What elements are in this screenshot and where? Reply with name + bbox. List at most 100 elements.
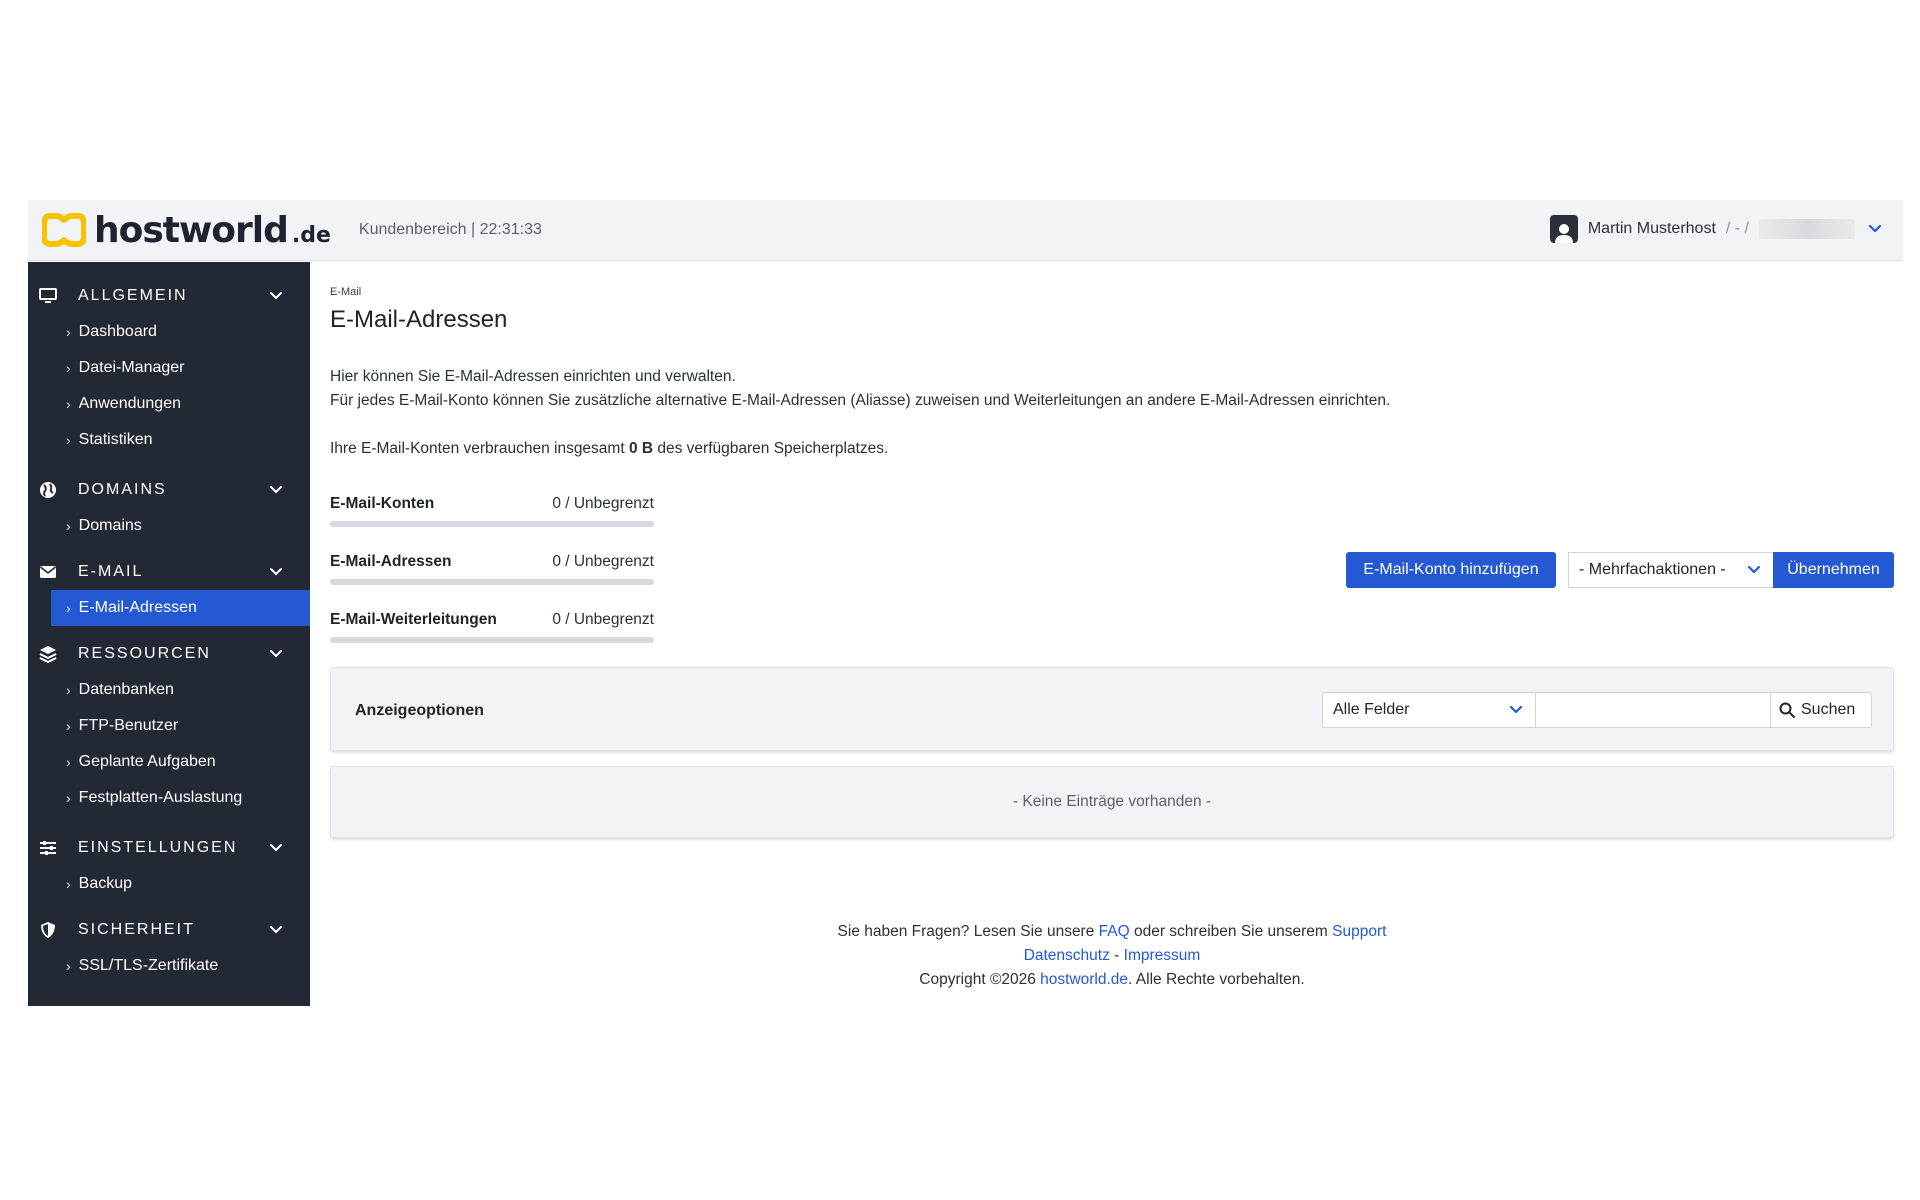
sidebar-item-label: Festplatten-Auslastung [78,789,243,806]
storage-text-pre: Ihre E-Mail-Konten verbrauchen insgesamt [330,440,629,457]
sidebar-section-domains[interactable]: DOMAINS [28,472,310,508]
storage-text-post: des verfügbaren Speicherplatzes. [653,440,889,457]
sidebar-item-anwendungen[interactable]: › Anwendungen [28,386,310,422]
search-button[interactable]: Suchen [1770,692,1872,728]
logo-mark-icon [42,213,86,247]
footer-copyright: Copyright ©2026 hostworld.de. Alle Recht… [330,968,1894,992]
footer-legal-line: Datenschutz - Impressum [330,944,1894,968]
stat-email-adressen: E-Mail-Adressen 0 / Unbegrenzt [330,553,654,585]
layers-icon [38,644,58,664]
chevron-right-icon: › [66,600,71,616]
footer-text: Sie haben Fragen? Lesen Sie unsere [837,923,1099,940]
sidebar-item-label: Datenbanken [78,681,174,698]
sidebar-item-dashboard[interactable]: › Dashboard [28,314,310,350]
sidebar-item-backup[interactable]: › Backup [28,866,310,902]
top-header: hostworld .de Kundenbereich | 22:31:33 M… [28,200,1903,261]
breadcrumb[interactable]: E-Mail [330,286,361,298]
sidebar-item-label: Dashboard [78,323,157,340]
sidebar-item-datei-manager[interactable]: › Datei-Manager [28,350,310,386]
sidebar-section-label: RESSOURCEN [78,645,211,662]
display-options-title: Anzeigeoptionen [355,702,484,719]
globe-icon [38,480,58,500]
home-link[interactable]: hostworld.de [1040,971,1128,988]
sidebar-item-geplante-aufgaben[interactable]: › Geplante Aufgaben [28,744,310,780]
chevron-right-icon: › [66,682,71,698]
sidebar-item-label: SSL/TLS-Zertifikate [78,957,219,974]
faq-link[interactable]: FAQ [1099,923,1130,940]
page-description-1: Hier können Sie E-Mail-Adressen einricht… [330,368,736,385]
search-button-label: Suchen [1801,701,1856,718]
footer-text: . Alle Rechte vorbehalten. [1128,971,1305,988]
sidebar-section-label: ALLGEMEIN [78,287,188,304]
sidebar-item-festplatten-auslastung[interactable]: › Festplatten-Auslastung [28,780,310,816]
chevron-down-icon[interactable] [1865,219,1885,239]
chevron-right-icon: › [66,958,71,974]
brand-word: hostworld [94,209,289,251]
shield-icon [38,920,58,940]
support-link[interactable]: Support [1332,923,1386,940]
envelope-icon [38,562,58,582]
chevron-down-icon [1509,705,1523,714]
page-title: E-Mail-Adressen [330,306,508,333]
storage-usage-text: Ihre E-Mail-Konten verbrauchen insgesamt… [330,440,888,458]
sidebar-section-einstellungen[interactable]: EINSTELLUNGEN [28,830,310,866]
sidebar-section-ressourcen[interactable]: RESSOURCEN [28,636,310,672]
storage-value: 0 B [628,440,654,457]
chevron-down-icon [270,844,282,852]
field-filter-select[interactable]: Alle Felder [1322,692,1536,728]
chevron-right-icon: › [66,324,71,340]
app-window: hostworld .de Kundenbereich | 22:31:33 M… [28,200,1903,1006]
user-separator: / - / [1725,220,1749,237]
footer-help-line: Sie haben Fragen? Lesen Sie unsere FAQ o… [330,920,1894,944]
sidebar-item-ssl-tls-zertifikate[interactable]: › SSL/TLS-Zertifikate [28,948,310,984]
sidebar-item-label: Statistiken [78,431,153,448]
chevron-right-icon: › [66,876,71,892]
brand-logo[interactable]: hostworld .de [42,210,331,251]
chevron-right-icon: › [66,754,71,770]
sidebar-item-ftp-benutzer[interactable]: › FTP-Benutzer [28,708,310,744]
user-menu[interactable]: Martin Musterhost / - / [1549,215,1885,243]
sidebar-item-label: Datei-Manager [78,359,185,376]
chevron-down-icon [270,650,282,658]
sidebar-section-allgemein[interactable]: ALLGEMEIN [28,278,310,314]
header-info: Kundenbereich | 22:31:33 [358,221,542,238]
search-input[interactable] [1535,692,1771,728]
page-footer: Sie haben Fragen? Lesen Sie unsere FAQ o… [330,920,1894,992]
sidebar-item-label: Geplante Aufgaben [78,753,216,770]
user-name: Martin Musterhost [1587,220,1716,237]
chevron-right-icon: › [66,432,71,448]
chevron-right-icon: › [66,518,71,534]
privacy-link[interactable]: Datenschutz [1024,947,1110,964]
stat-email-weiterleitungen: E-Mail-Weiterleitungen 0 / Unbegrenzt [330,611,654,643]
sidebar-item-domains[interactable]: › Domains [28,508,310,544]
user-account-redacted [1759,219,1855,239]
display-options-panel: Anzeigeoptionen Alle Felder Suchen [330,667,1894,751]
stat-value: 0 / Unbegrenzt [552,611,654,628]
sidebar-item-datenbanken[interactable]: › Datenbanken [28,672,310,708]
stat-email-konten: E-Mail-Konten 0 / Unbegrenzt [330,495,654,527]
monitor-icon [38,286,58,306]
footer-text: - [1109,947,1124,964]
sidebar-section-label: SICHERHEIT [78,921,195,938]
search-icon [1779,702,1795,718]
chevron-right-icon: › [66,718,71,734]
bulk-actions-value: - Mehrfachaktionen - [1579,561,1726,578]
chevron-down-icon [1747,565,1761,574]
footer-text: Copyright ©2026 [919,971,1041,988]
stat-label: E-Mail-Adressen [330,553,452,570]
user-avatar-icon [1549,215,1578,243]
sidebar-item-statistiken[interactable]: › Statistiken [28,422,310,458]
bulk-actions-select[interactable]: - Mehrfachaktionen - [1568,552,1774,588]
sidebar-item-label: Backup [78,875,133,892]
empty-message: - Keine Einträge vorhanden - [1012,793,1212,810]
sidebar-item-label: Domains [78,517,142,534]
sidebar: ALLGEMEIN › Dashboard › Datei-Manager › Anw… [28,262,310,1006]
sidebar-section-email[interactable]: E-MAIL [28,554,310,590]
add-email-account-button[interactable]: E-Mail-Konto hinzufügen [1346,552,1556,588]
page-description-2: Für jedes E-Mail-Konto können Sie zusätz… [330,392,1391,409]
apply-button[interactable]: Übernehmen [1773,552,1894,588]
sidebar-item-email-adressen[interactable]: › E-Mail-Adressen [51,590,310,626]
imprint-link[interactable]: Impressum [1124,947,1201,964]
stat-progress-bar [330,579,654,585]
sidebar-section-sicherheit[interactable]: SICHERHEIT [28,912,310,948]
